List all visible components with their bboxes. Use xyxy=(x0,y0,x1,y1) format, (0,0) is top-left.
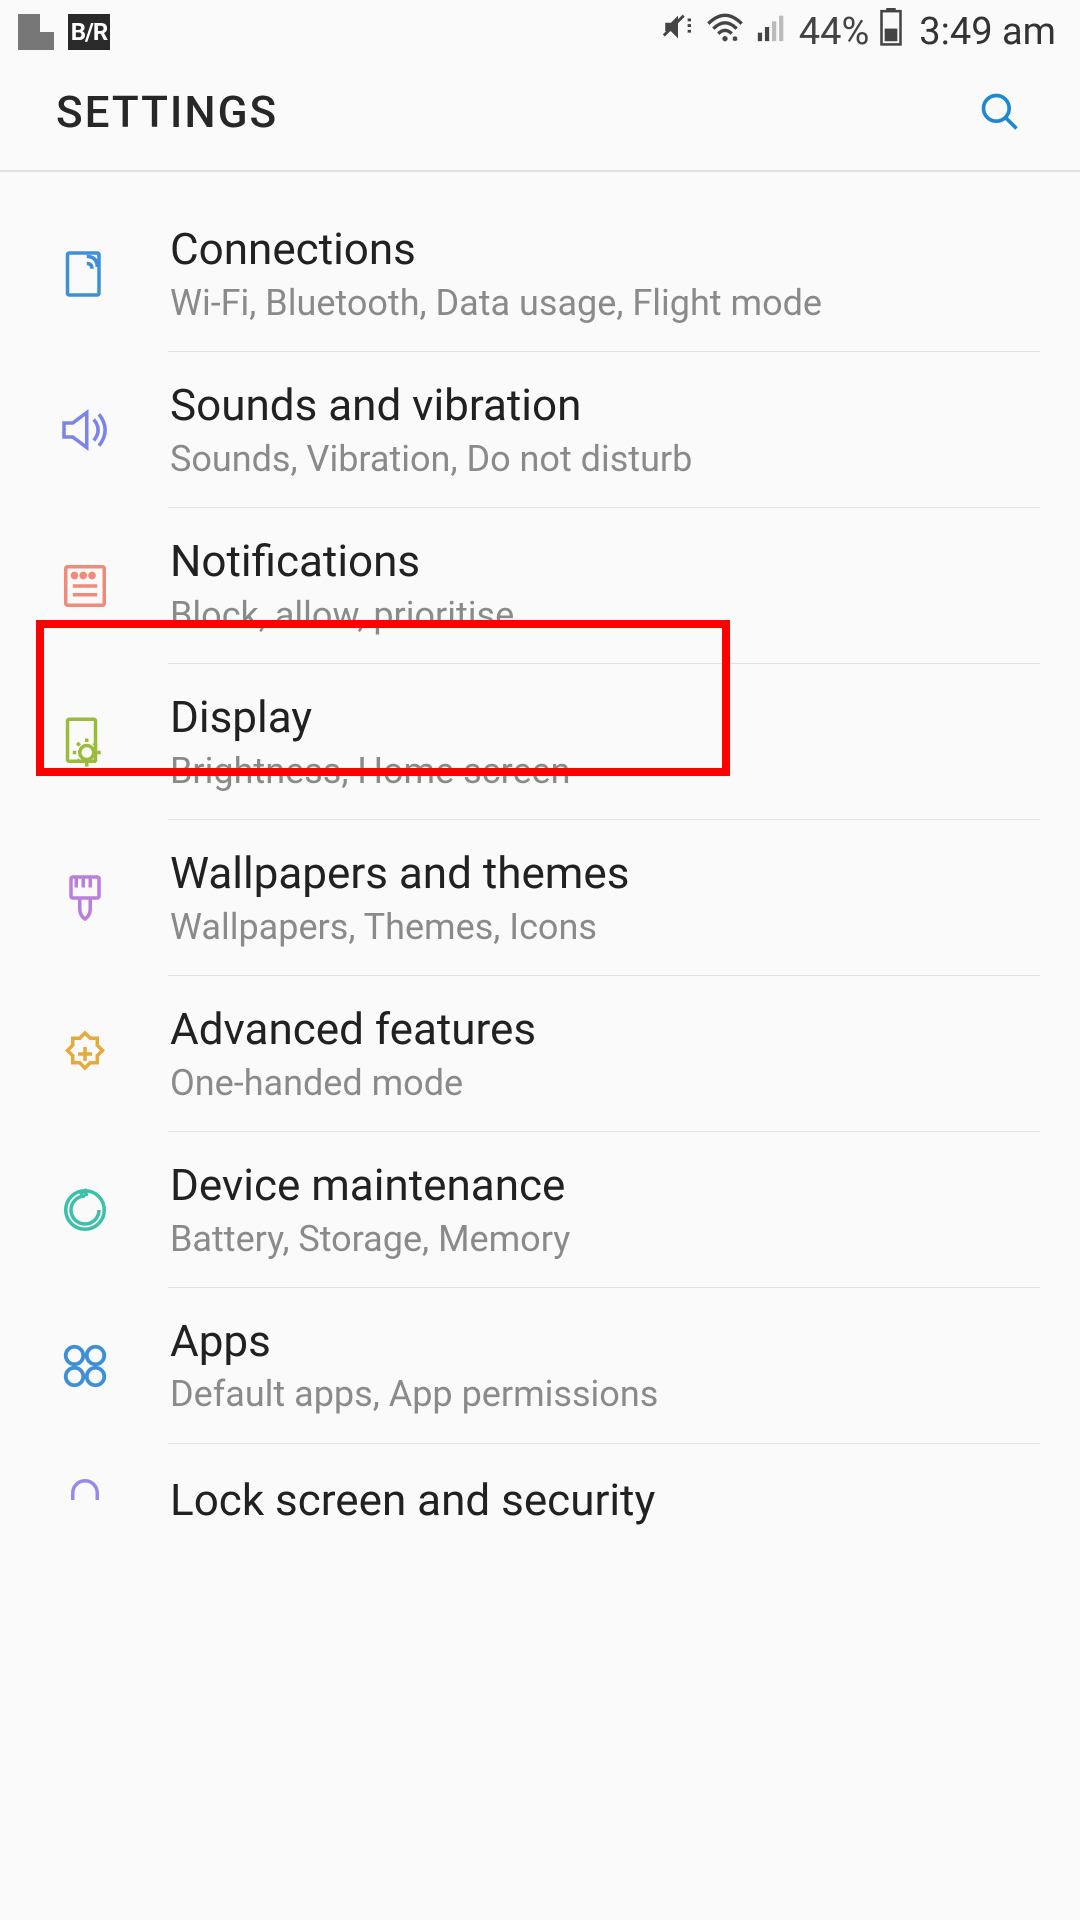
connections-icon xyxy=(57,246,113,302)
status-right: 44% 3:49 am xyxy=(661,8,1056,56)
search-icon xyxy=(978,90,1022,134)
battery-percent: 44% xyxy=(799,10,870,54)
setting-subtitle: One-handed mode xyxy=(170,1063,1040,1104)
setting-subtitle: Block, allow, prioritise xyxy=(170,595,1040,636)
page-title: SETTINGS xyxy=(56,86,278,138)
brush-icon xyxy=(57,870,113,926)
signal-icon xyxy=(755,10,789,54)
setting-row-advanced[interactable]: Advanced features One-handed mode xyxy=(0,976,1080,1132)
setting-subtitle: Default apps, App permissions xyxy=(170,1374,1040,1415)
setting-title: Lock screen and security xyxy=(170,1475,1040,1526)
setting-row-maintenance[interactable]: Device maintenance Battery, Storage, Mem… xyxy=(0,1132,1080,1288)
setting-row-apps[interactable]: Apps Default apps, App permissions xyxy=(0,1288,1080,1444)
setting-row-connections[interactable]: Connections Wi-Fi, Bluetooth, Data usage… xyxy=(0,196,1080,352)
setting-subtitle: Battery, Storage, Memory xyxy=(170,1219,1040,1260)
setting-row-display[interactable]: Display Brightness, Home screen xyxy=(0,664,1080,820)
setting-title: Advanced features xyxy=(170,1004,1040,1055)
notifications-icon xyxy=(57,558,113,614)
setting-title: Display xyxy=(170,692,1040,743)
setting-row-wallpapers[interactable]: Wallpapers and themes Wallpapers, Themes… xyxy=(0,820,1080,976)
setting-title: Device maintenance xyxy=(170,1160,1040,1211)
flipboard-icon xyxy=(18,14,54,50)
br-icon: B/R xyxy=(68,14,110,50)
battery-icon xyxy=(879,8,903,56)
setting-row-sounds[interactable]: Sounds and vibration Sounds, Vibration, … xyxy=(0,352,1080,508)
maintenance-icon xyxy=(57,1182,113,1238)
setting-row-notifications[interactable]: Notifications Block, allow, prioritise xyxy=(0,508,1080,664)
setting-row-lockscreen[interactable]: Lock screen and security xyxy=(0,1444,1080,1528)
clock-time: 3:49 am xyxy=(919,10,1056,54)
apps-icon xyxy=(57,1338,113,1394)
setting-subtitle: Wallpapers, Themes, Icons xyxy=(170,907,1040,948)
setting-title: Connections xyxy=(170,224,1040,275)
display-icon xyxy=(57,714,113,770)
setting-subtitle: Sounds, Vibration, Do not disturb xyxy=(170,439,1040,480)
settings-header: SETTINGS xyxy=(0,56,1080,172)
setting-subtitle: Wi-Fi, Bluetooth, Data usage, Flight mod… xyxy=(170,283,1040,324)
setting-title: Apps xyxy=(170,1316,1040,1367)
setting-title: Wallpapers and themes xyxy=(170,848,1040,899)
setting-title: Sounds and vibration xyxy=(170,380,1040,431)
status-bar: B/R 44% 3:49 am xyxy=(0,0,1080,56)
setting-title: Notifications xyxy=(170,536,1040,587)
mute-vibrate-icon xyxy=(661,10,695,54)
wifi-icon xyxy=(705,10,745,54)
status-left-icons: B/R xyxy=(18,14,110,50)
advanced-icon xyxy=(57,1026,113,1082)
search-button[interactable] xyxy=(976,88,1024,136)
settings-list: Connections Wi-Fi, Bluetooth, Data usage… xyxy=(0,172,1080,1528)
sound-icon xyxy=(57,402,113,458)
setting-subtitle: Brightness, Home screen xyxy=(170,751,1040,792)
lock-icon xyxy=(57,1472,113,1528)
